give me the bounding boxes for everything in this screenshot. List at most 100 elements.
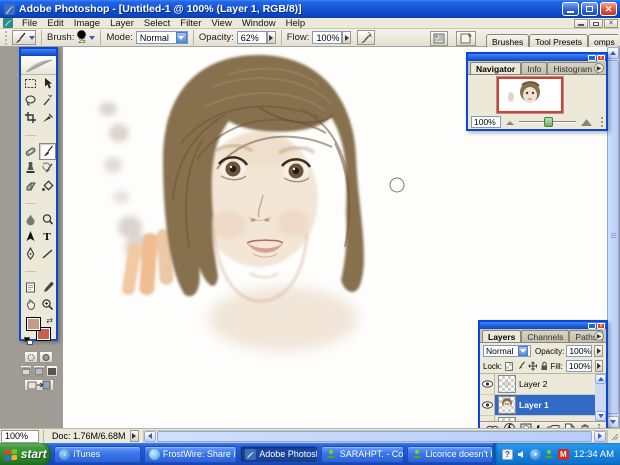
navigator-zoom-slider[interactable] (519, 116, 576, 127)
status-info-menu-button[interactable] (129, 430, 139, 442)
navigator-minimize-button[interactable] (588, 54, 596, 61)
quick-mask-mode-button[interactable] (39, 351, 53, 363)
menu-select[interactable]: Select (139, 18, 175, 29)
menu-window[interactable]: Window (237, 18, 281, 29)
status-zoom-field[interactable]: 100% (1, 429, 39, 443)
navigator-resize-grip[interactable] (597, 116, 603, 127)
layers-menu-button[interactable]: ▶ (594, 331, 604, 341)
menu-view[interactable]: View (206, 18, 236, 29)
layer-scroll-up[interactable] (595, 374, 606, 384)
tab-channels[interactable]: Channels (521, 330, 570, 342)
toolbox-feather-header[interactable] (21, 56, 56, 75)
layer3-thumbnail[interactable] (498, 417, 516, 421)
layer1-visibility-eye-icon[interactable] (480, 395, 495, 415)
airbrush-toggle-button[interactable] (357, 30, 376, 45)
layer-list-scrollbar[interactable] (595, 374, 606, 421)
file-browser-button[interactable] (430, 30, 449, 46)
opacity-field[interactable]: 62% (236, 31, 267, 44)
flow-slider-button[interactable] (342, 31, 352, 44)
fill-field[interactable]: 100% (565, 360, 592, 372)
layer2-visibility-eye-icon[interactable] (480, 374, 495, 394)
jump-to-imageready-button[interactable] (23, 379, 54, 391)
tab-info[interactable]: Info (521, 62, 548, 74)
palette-well-tab-tool-presets[interactable]: Tool Presets (529, 33, 588, 47)
scroll-down-button[interactable] (607, 416, 619, 428)
tool-pen[interactable] (22, 245, 39, 262)
zoom-out-icon[interactable] (505, 118, 515, 126)
taskbar-button-licorice[interactable]: Licorice doesn't hav... (406, 445, 493, 463)
navigator-title-bar[interactable]: x (468, 54, 606, 61)
tool-dodge[interactable] (39, 211, 56, 228)
flow-field[interactable]: 100% (312, 31, 343, 44)
tool-healing-brush[interactable] (22, 143, 39, 160)
tray-volume-icon[interactable] (516, 449, 527, 460)
tab-histogram[interactable]: Histogram (547, 62, 599, 74)
tool-clone-stamp[interactable] (22, 160, 39, 177)
tool-history-brush[interactable] (39, 160, 56, 177)
layers-opacity-slider-button[interactable] (594, 345, 603, 357)
taskbar-button-photoshop[interactable]: Adobe Photoshop -... (240, 445, 318, 463)
layers-close-button[interactable]: x (597, 322, 605, 329)
menu-layer[interactable]: Layer (105, 18, 139, 29)
taskbar-button-itunes[interactable]: ♪ iTunes (54, 445, 141, 463)
tray-messenger-icon[interactable]: ◕ (529, 448, 541, 460)
tray-mail-icon[interactable]: M (557, 448, 569, 460)
tool-brush[interactable] (38, 143, 56, 160)
vertical-scroll-thumb[interactable] (607, 60, 619, 414)
blend-mode-select[interactable]: Normal (483, 345, 531, 357)
tool-lasso[interactable] (22, 92, 39, 109)
layer-row-2[interactable]: Layer 2 (480, 374, 595, 395)
doc-close-button[interactable]: ✕ (604, 18, 618, 28)
layers-title-bar[interactable]: x (480, 322, 606, 329)
minimize-button[interactable] (562, 2, 579, 16)
tool-hand[interactable] (22, 296, 39, 313)
taskbar-button-frostwire[interactable]: FrostWire: Share it... (143, 445, 238, 463)
tool-eraser[interactable] (22, 177, 39, 194)
opacity-slider-button[interactable] (266, 31, 276, 44)
tool-notes[interactable] (22, 279, 39, 296)
close-button[interactable]: ✕ (600, 2, 617, 16)
menu-file[interactable]: File (17, 18, 42, 29)
layer1-name[interactable]: Layer 1 (519, 400, 549, 410)
layer3-visibility-eye-icon[interactable] (480, 416, 495, 421)
fullscreen-menubar-button[interactable] (32, 365, 45, 377)
fullscreen-button[interactable] (45, 365, 58, 377)
tool-zoom[interactable] (39, 296, 56, 313)
tray-buddy-icon[interactable] (544, 449, 555, 460)
fill-slider-button[interactable] (594, 360, 603, 372)
standard-screen-button[interactable] (19, 365, 32, 377)
horizontal-scroll-thumb[interactable] (156, 430, 592, 442)
menu-filter[interactable]: Filter (175, 18, 206, 29)
lock-all-icon[interactable] (540, 361, 548, 371)
layer2-name[interactable]: Layer 2 (519, 379, 547, 389)
foreground-color-swatch[interactable] (26, 317, 41, 331)
scroll-up-button[interactable] (607, 47, 619, 59)
doc-restore-button[interactable] (589, 18, 603, 28)
tool-blur[interactable] (22, 211, 39, 228)
window-resize-grip[interactable] (607, 429, 620, 443)
navigator-menu-button[interactable]: ▶ (594, 63, 604, 73)
lock-transparency-icon[interactable] (505, 361, 514, 371)
palette-well-tab-brushes[interactable]: Brushes (486, 33, 530, 47)
bridge-button[interactable] (456, 30, 477, 46)
navigator-zoom-field[interactable]: 100% (471, 115, 501, 128)
tool-paint-bucket[interactable] (39, 177, 56, 194)
layer-scroll-down[interactable] (595, 411, 606, 421)
toolbox-title-bar[interactable] (21, 49, 56, 56)
tab-layers[interactable]: Layers (482, 330, 522, 342)
tool-rectangular-marquee[interactable] (22, 75, 39, 92)
brush-preset-picker[interactable]: 25 (77, 29, 96, 46)
navigator-thumbnail[interactable] (496, 76, 564, 114)
navigator-close-button[interactable]: x (597, 54, 605, 61)
layer2-thumbnail[interactable] (498, 375, 516, 393)
options-grip[interactable] (5, 30, 9, 45)
scroll-left-button[interactable] (143, 430, 156, 442)
tool-crop[interactable] (22, 109, 39, 126)
doc-minimize-button[interactable] (574, 18, 588, 28)
layer-row-3[interactable]: Layer 3 (480, 416, 595, 421)
tool-magic-wand[interactable] (39, 92, 56, 109)
taskbar-button-sarahpt[interactable]: SARAHPT. - Conve... (320, 445, 404, 463)
current-tool-button[interactable] (12, 30, 36, 45)
canvas-vertical-scrollbar[interactable] (607, 47, 619, 428)
tool-type[interactable]: T (39, 228, 56, 245)
